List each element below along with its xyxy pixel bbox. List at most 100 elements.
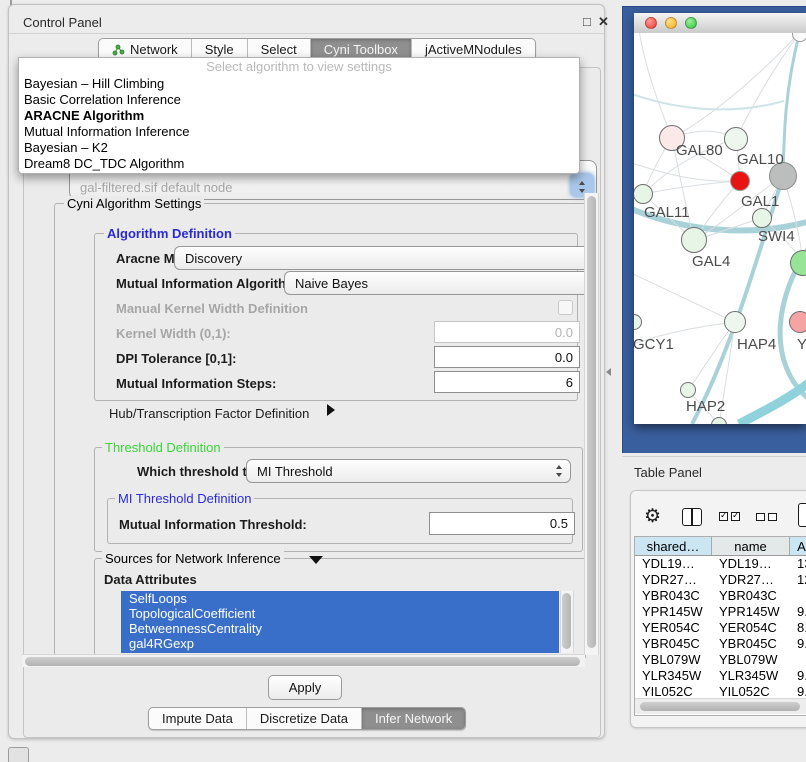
algorithm-option[interactable]: Basic Correlation Inference bbox=[19, 92, 579, 108]
settings-vscrollbar[interactable] bbox=[584, 193, 599, 655]
splitter-collapse-icon[interactable] bbox=[606, 368, 611, 376]
network-icon bbox=[112, 44, 125, 56]
split-pane-icon[interactable] bbox=[682, 508, 702, 526]
dropdown-prompt: Select algorithm to view settings bbox=[19, 58, 579, 76]
group-title: Cyni Algorithm Settings bbox=[64, 196, 204, 211]
panel-title: Control Panel bbox=[23, 15, 102, 30]
divider bbox=[622, 456, 806, 457]
aracne-mode-combobox[interactable]: Discovery bbox=[174, 246, 587, 270]
list-scrollbar[interactable] bbox=[560, 591, 574, 653]
clear-checks-icon[interactable] bbox=[756, 513, 765, 521]
network-node-pink-right[interactable] bbox=[789, 311, 806, 333]
network-node-gal4[interactable] bbox=[681, 227, 707, 253]
gear-icon[interactable]: ⚙ bbox=[644, 507, 661, 526]
scrollbar-thumb[interactable] bbox=[640, 702, 800, 711]
scrollbar-thumb[interactable] bbox=[25, 657, 580, 666]
select-all-checks-icon[interactable]: ✓ bbox=[719, 512, 728, 521]
algorithm-option[interactable]: Dream8 DC_TDC Algorithm bbox=[19, 156, 579, 172]
kernel-width-field: 0.0 bbox=[434, 321, 580, 343]
column-header-name[interactable]: name bbox=[712, 537, 790, 555]
manual-kernel-label: Manual Kernel Width Definition bbox=[116, 301, 308, 316]
list-item[interactable]: TopologicalCoefficient bbox=[121, 606, 559, 621]
table-row[interactable]: YBR045CYBR045C9. bbox=[635, 636, 806, 652]
scrollbar-thumb[interactable] bbox=[562, 593, 571, 649]
mi-steps-field[interactable]: 6 bbox=[434, 371, 580, 393]
algorithm-option[interactable]: Bayesian – Hill Climbing bbox=[19, 76, 579, 92]
algorithm-dropdown-list: Select algorithm to view settings Bayesi… bbox=[18, 57, 580, 174]
tab-infer-network[interactable]: Infer Network bbox=[361, 708, 465, 729]
select-all-checks-icon[interactable]: ✓ bbox=[731, 512, 740, 521]
screen: Control Panel □ ✕ Network Style Select C… bbox=[0, 0, 806, 762]
tab-impute-data[interactable]: Impute Data bbox=[149, 708, 246, 729]
divider bbox=[9, 33, 604, 34]
network-node-gal10[interactable] bbox=[724, 127, 748, 151]
node-label: HAP4 bbox=[737, 336, 776, 353]
table-row[interactable]: YBR043CYBR043C bbox=[635, 588, 806, 604]
mi-threshold-label: Mutual Information Threshold: bbox=[119, 517, 307, 532]
mi-threshold-field[interactable]: 0.5 bbox=[429, 512, 575, 535]
spinner-icon bbox=[556, 465, 563, 477]
dpi-tolerance-field[interactable]: 0.0 bbox=[434, 346, 580, 368]
settings-hscrollbar[interactable] bbox=[22, 654, 585, 667]
algorithm-option[interactable]: Mutual Information Inference bbox=[19, 124, 579, 140]
network-node-hap4[interactable] bbox=[724, 311, 746, 333]
table-panel-title: Table Panel bbox=[634, 465, 702, 480]
hub-section-label: Hub/Transcription Factor Definition bbox=[109, 406, 309, 421]
zoom-traffic-icon[interactable] bbox=[685, 17, 697, 29]
which-threshold-combobox[interactable]: MI Threshold bbox=[246, 459, 571, 483]
sources-title: Sources for Network Inference bbox=[102, 551, 284, 566]
data-attributes-list[interactable]: SelfLoops TopologicalCoefficient Between… bbox=[121, 591, 559, 653]
table-hscrollbar[interactable] bbox=[635, 698, 806, 714]
list-item[interactable]: gal4RGexp bbox=[121, 636, 559, 651]
network-node-selected-red[interactable] bbox=[730, 171, 750, 191]
attribute-table: shared… name A YDL19…YDL19…13 YDR27…YDR2… bbox=[634, 536, 806, 716]
clear-checks-icon[interactable] bbox=[768, 513, 777, 521]
table-row[interactable]: YLR345WYLR345W9. bbox=[635, 668, 806, 684]
document-icon[interactable] bbox=[798, 503, 806, 527]
collapsed-panel-button[interactable] bbox=[8, 747, 29, 762]
bottom-tab-bar: Impute Data Discretize Data Infer Networ… bbox=[148, 707, 466, 730]
expand-right-icon[interactable] bbox=[327, 404, 335, 416]
node-label: GCY1 bbox=[634, 336, 674, 353]
table-row[interactable]: YPR145WYPR145W9. bbox=[635, 604, 806, 620]
close-window-icon[interactable]: ✕ bbox=[598, 15, 609, 28]
scrollbar-thumb[interactable] bbox=[587, 196, 596, 648]
node-label: Y bbox=[797, 336, 806, 353]
network-window[interactable]: GAL80 GAL10 GAL1 GAL11 SWI4 GAL4 GCY1 HA… bbox=[634, 13, 806, 424]
mi-type-combobox[interactable]: Naive Bayes bbox=[284, 271, 587, 295]
manual-kernel-checkbox bbox=[558, 300, 573, 315]
node-label: GAL11 bbox=[644, 204, 690, 221]
node-label: GAL80 bbox=[676, 142, 723, 159]
node-label: GAL1 bbox=[741, 193, 779, 210]
algorithm-option[interactable]: Bayesian – K2 bbox=[19, 140, 579, 156]
close-traffic-icon[interactable] bbox=[645, 17, 657, 29]
network-canvas[interactable]: GAL80 GAL10 GAL1 GAL11 SWI4 GAL4 GCY1 HA… bbox=[634, 33, 806, 424]
table-row[interactable]: YDR27…YDR27…12 bbox=[635, 572, 806, 588]
column-header-partial[interactable]: A bbox=[790, 537, 806, 555]
apply-button[interactable]: Apply bbox=[268, 675, 342, 700]
network-node-hap2[interactable] bbox=[680, 382, 696, 398]
network-node-gal11[interactable] bbox=[634, 184, 653, 204]
column-header-shared-name[interactable]: shared… bbox=[635, 537, 712, 555]
minimize-traffic-icon[interactable] bbox=[665, 17, 677, 29]
node-label: GAL10 bbox=[737, 151, 784, 168]
list-item[interactable]: BetweennessCentrality bbox=[121, 621, 559, 636]
settings-viewport: Cyni Algorithm Settings Algorithm Defini… bbox=[27, 195, 587, 658]
threshold-definition-title: Threshold Definition bbox=[102, 440, 224, 455]
table-row[interactable]: YBL079WYBL079W bbox=[635, 652, 806, 668]
collapse-down-icon[interactable] bbox=[309, 556, 323, 564]
network-node-swi4[interactable] bbox=[752, 208, 772, 228]
algorithm-definition-title: Algorithm Definition bbox=[104, 226, 235, 241]
algorithm-option-selected[interactable]: ARACNE Algorithm bbox=[19, 108, 579, 124]
combobox-value: gal-filtered.sif default node bbox=[80, 180, 232, 195]
tab-discretize-data[interactable]: Discretize Data bbox=[246, 708, 361, 729]
spinner-icon bbox=[579, 181, 586, 193]
mi-threshold-group-title: MI Threshold Definition bbox=[115, 491, 254, 506]
network-window-titlebar[interactable] bbox=[634, 13, 806, 34]
float-window-icon[interactable]: □ bbox=[583, 15, 591, 28]
table-row[interactable]: YDL19…YDL19…13 bbox=[635, 556, 806, 572]
node-label: GAL4 bbox=[692, 253, 730, 270]
list-item[interactable]: SelfLoops bbox=[121, 591, 559, 606]
table-body: YDL19…YDL19…13 YDR27…YDR27…12 YBR043CYBR… bbox=[635, 556, 806, 700]
table-row[interactable]: YER054CYER054C8. bbox=[635, 620, 806, 636]
